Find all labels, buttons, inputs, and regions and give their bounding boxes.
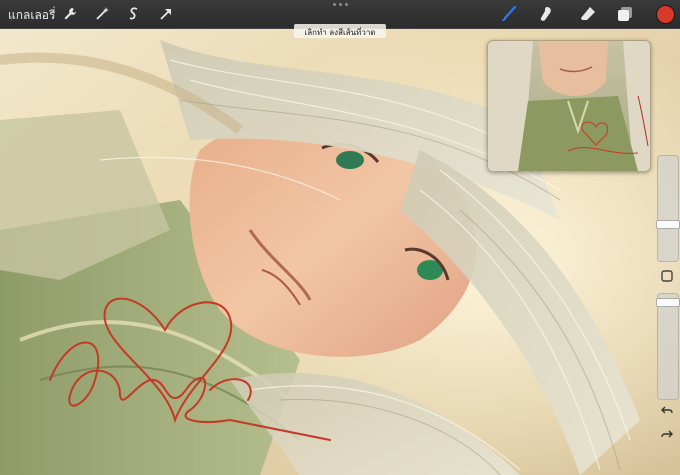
side-bar: [656, 155, 680, 455]
redo-icon: [661, 430, 673, 438]
brush-size-slider[interactable]: [656, 155, 680, 262]
brush-size-thumb[interactable]: [656, 220, 680, 229]
wrench-icon[interactable]: [60, 4, 80, 24]
smudge-icon[interactable]: [536, 4, 556, 24]
undo-toast-message: เลิกทำ ลงสีเส้นที่วาด: [294, 24, 386, 38]
undo-icon: [661, 406, 673, 414]
eraser-icon[interactable]: [578, 4, 598, 24]
layers-icon[interactable]: [615, 4, 635, 24]
brush-icon[interactable]: [499, 4, 519, 24]
active-color-swatch: [655, 4, 675, 24]
square-icon: [661, 270, 673, 282]
undo-toast: เลิกทำ ลงสีเส้นที่วาด: [0, 24, 680, 38]
modify-button[interactable]: [659, 268, 675, 284]
reference-image: [488, 41, 650, 171]
magic-wand-icon[interactable]: [92, 4, 112, 24]
opacity-thumb[interactable]: [656, 298, 680, 307]
selection-s-icon[interactable]: [124, 4, 144, 24]
undo-button[interactable]: [659, 402, 675, 418]
color-picker-button[interactable]: [654, 4, 676, 24]
gallery-button[interactable]: แกลเลอรี่: [8, 6, 55, 25]
grab-handle[interactable]: [332, 3, 348, 7]
transform-arrow-icon[interactable]: [156, 4, 176, 24]
reference-window[interactable]: [487, 40, 651, 172]
opacity-slider[interactable]: [656, 293, 680, 400]
redo-button[interactable]: [659, 426, 675, 442]
